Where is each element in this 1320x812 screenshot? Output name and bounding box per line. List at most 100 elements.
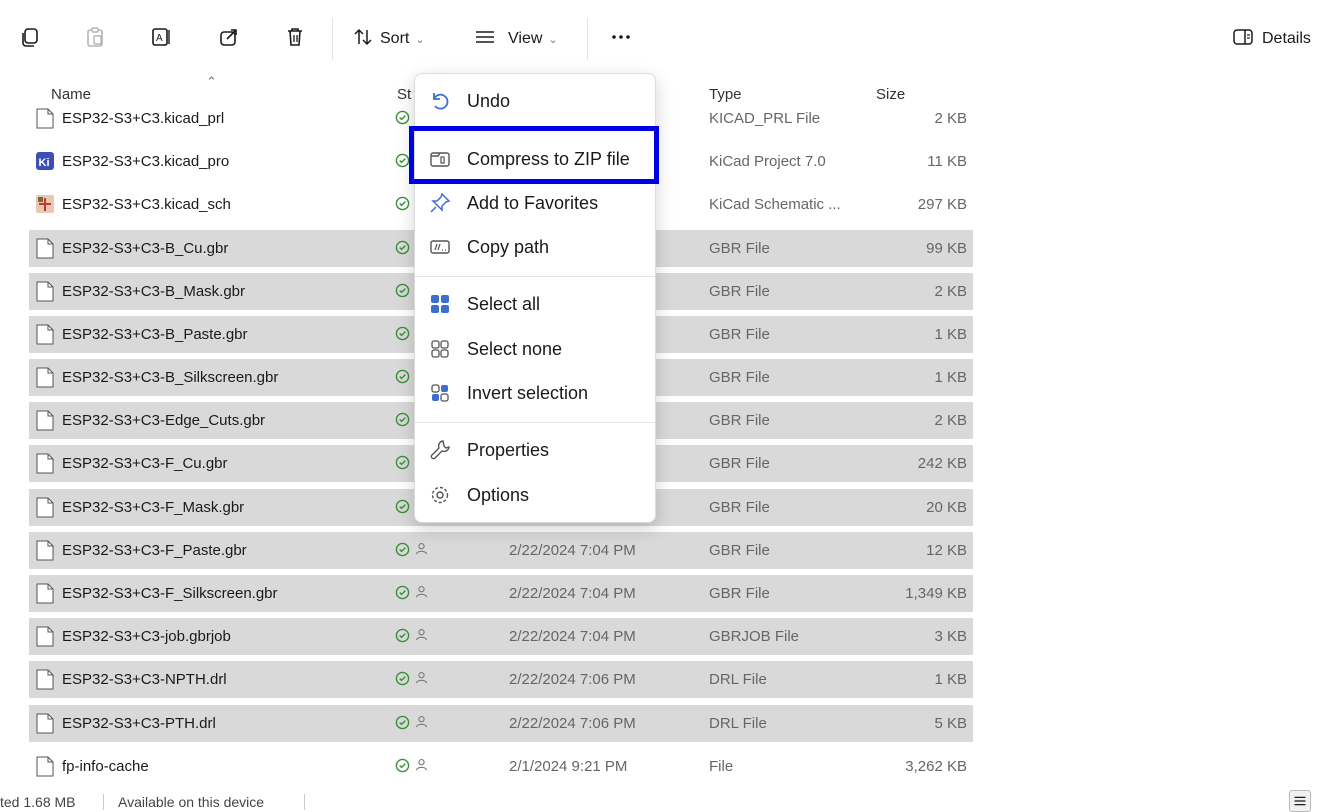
menu-item-properties[interactable]: Properties bbox=[415, 428, 655, 470]
file-size: 1 KB bbox=[934, 671, 967, 688]
menu-item-invert-selection[interactable]: Invert selection bbox=[415, 371, 655, 413]
details-view-toggle[interactable] bbox=[1289, 790, 1311, 812]
file-type: GBR File bbox=[709, 326, 770, 343]
file-name: ESP32-S3+C3-job.gbrjob bbox=[62, 628, 231, 645]
sort-label: Sort bbox=[380, 30, 410, 47]
view-button[interactable]: View ⌄ bbox=[474, 20, 570, 58]
file-name: ESP32-S3+C3.kicad_prl bbox=[62, 110, 225, 127]
details-pane-button[interactable]: Details bbox=[1232, 20, 1320, 58]
file-size: 3 KB bbox=[934, 628, 967, 645]
sync-status-icon bbox=[395, 283, 410, 302]
status-divider bbox=[304, 794, 305, 810]
selection-size-text: ted 1.68 MB bbox=[0, 794, 76, 810]
file-name: ESP32-S3+C3-F_Silkscreen.gbr bbox=[62, 585, 278, 602]
file-icon bbox=[36, 713, 54, 734]
file-icon bbox=[36, 626, 54, 647]
file-row[interactable]: ESP32-S3+C3-F_Paste.gbr 2/22/2024 7:04 PM… bbox=[29, 532, 973, 569]
menu-item-label: Undo bbox=[467, 91, 511, 111]
kicad-schematic-icon bbox=[36, 194, 54, 215]
menu-item-select-none[interactable]: Select none bbox=[415, 327, 655, 369]
sync-status-icon bbox=[395, 628, 410, 647]
share-button[interactable] bbox=[214, 20, 244, 58]
delete-button[interactable] bbox=[280, 20, 310, 58]
file-size: 2 KB bbox=[934, 412, 967, 429]
shared-person-icon bbox=[415, 542, 428, 558]
menu-item-label: Invert selection bbox=[467, 383, 589, 403]
file-size: 2 KB bbox=[934, 283, 967, 300]
file-type: GBR File bbox=[709, 499, 770, 516]
file-row[interactable]: fp-info-cache 2/1/2024 9:21 PM File 3,262 K… bbox=[29, 748, 973, 785]
file-type: KiCad Schematic ... bbox=[709, 196, 841, 213]
status-divider bbox=[103, 794, 104, 810]
file-name: ESP32-S3+C3-PTH.drl bbox=[62, 715, 216, 732]
file-icon bbox=[36, 281, 54, 302]
menu-item-label: Select all bbox=[467, 294, 541, 314]
more-options-button[interactable] bbox=[604, 20, 638, 58]
file-type: DRL File bbox=[709, 715, 767, 732]
menu-item-label: Copy path bbox=[467, 237, 550, 257]
select-all-icon bbox=[429, 293, 451, 315]
menu-item-label: Options bbox=[467, 485, 530, 505]
file-explorer-window: A Sort ⌄ View ⌄ Details ⌃ Name St Type S… bbox=[0, 0, 1320, 812]
file-type: KiCad Project 7.0 bbox=[709, 153, 826, 170]
file-size: 12 KB bbox=[926, 542, 967, 559]
file-type: GBR File bbox=[709, 283, 770, 300]
sort-icon bbox=[352, 26, 374, 53]
date-modified: 2/22/2024 7:04 PM bbox=[509, 585, 636, 602]
file-icon bbox=[36, 238, 54, 259]
rename-icon: A bbox=[150, 26, 172, 53]
menu-item-options[interactable]: Options bbox=[415, 473, 655, 515]
shared-person-icon bbox=[415, 628, 428, 644]
file-name: ESP32-S3+C3-B_Cu.gbr bbox=[62, 240, 229, 257]
menu-item-add-to-favorites[interactable]: Add to Favorites bbox=[415, 181, 655, 223]
file-size: 1,349 KB bbox=[905, 585, 967, 602]
file-name: ESP32-S3+C3-NPTH.drl bbox=[62, 671, 227, 688]
file-row[interactable]: ESP32-S3+C3-F_Silkscreen.gbr 2/22/2024 7:… bbox=[29, 575, 973, 612]
menu-item-copy-path[interactable]: Copy path bbox=[415, 225, 655, 267]
file-name: ESP32-S3+C3-Edge_Cuts.gbr bbox=[62, 412, 266, 429]
file-name: ESP32-S3+C3-B_Silkscreen.gbr bbox=[62, 369, 279, 386]
select-none-icon bbox=[429, 338, 451, 360]
file-type: GBR File bbox=[709, 412, 770, 429]
availability-text: Available on this device bbox=[118, 794, 265, 810]
sync-status-icon bbox=[395, 671, 410, 690]
more-icon bbox=[610, 26, 632, 53]
menu-item-label: Add to Favorites bbox=[467, 193, 599, 213]
copy-icon bbox=[19, 26, 41, 53]
sync-status-icon bbox=[395, 542, 410, 561]
file-name: ESP32-S3+C3-F_Paste.gbr bbox=[62, 542, 247, 559]
list-view-icon bbox=[1294, 796, 1306, 806]
highlight-box bbox=[409, 126, 659, 184]
svg-text:A: A bbox=[156, 33, 163, 44]
menu-item-undo[interactable]: Undo bbox=[415, 79, 655, 121]
sort-ascending-icon: ⌃ bbox=[206, 74, 217, 89]
menu-item-select-all[interactable]: Select all bbox=[415, 282, 655, 324]
copy-button[interactable] bbox=[15, 20, 45, 58]
menu-separator bbox=[415, 276, 655, 277]
file-icon bbox=[36, 669, 54, 690]
invert-selection-icon bbox=[429, 382, 451, 404]
file-size: 1 KB bbox=[934, 369, 967, 386]
file-name: fp-info-cache bbox=[62, 758, 149, 775]
file-size: 11 KB bbox=[927, 153, 967, 170]
rename-button[interactable]: A bbox=[146, 20, 176, 58]
file-type: File bbox=[709, 758, 734, 775]
svg-text:Ki: Ki bbox=[39, 157, 50, 169]
shared-person-icon bbox=[415, 671, 428, 687]
file-type: GBR File bbox=[709, 585, 770, 602]
file-row[interactable]: ESP32-S3+C3-NPTH.drl 2/22/2024 7:06 PM DRL… bbox=[29, 661, 973, 698]
file-icon bbox=[36, 497, 54, 518]
paste-button[interactable] bbox=[80, 20, 110, 58]
file-type: GBR File bbox=[709, 240, 770, 257]
details-label: Details bbox=[1262, 30, 1311, 47]
shared-person-icon bbox=[415, 585, 428, 601]
sort-button[interactable]: Sort ⌄ bbox=[352, 20, 442, 58]
sync-status-icon bbox=[395, 499, 410, 518]
file-row[interactable]: ESP32-S3+C3-PTH.drl 2/22/2024 7:06 PM DRL … bbox=[29, 705, 973, 742]
file-name: ESP32-S3+C3-B_Mask.gbr bbox=[62, 283, 246, 300]
sync-status-icon bbox=[395, 715, 410, 734]
view-label: View bbox=[508, 30, 543, 47]
file-icon bbox=[36, 367, 54, 388]
file-row[interactable]: ESP32-S3+C3-job.gbrjob 2/22/2024 7:04 PM G… bbox=[29, 618, 973, 655]
menu-item-label: Properties bbox=[467, 440, 550, 460]
